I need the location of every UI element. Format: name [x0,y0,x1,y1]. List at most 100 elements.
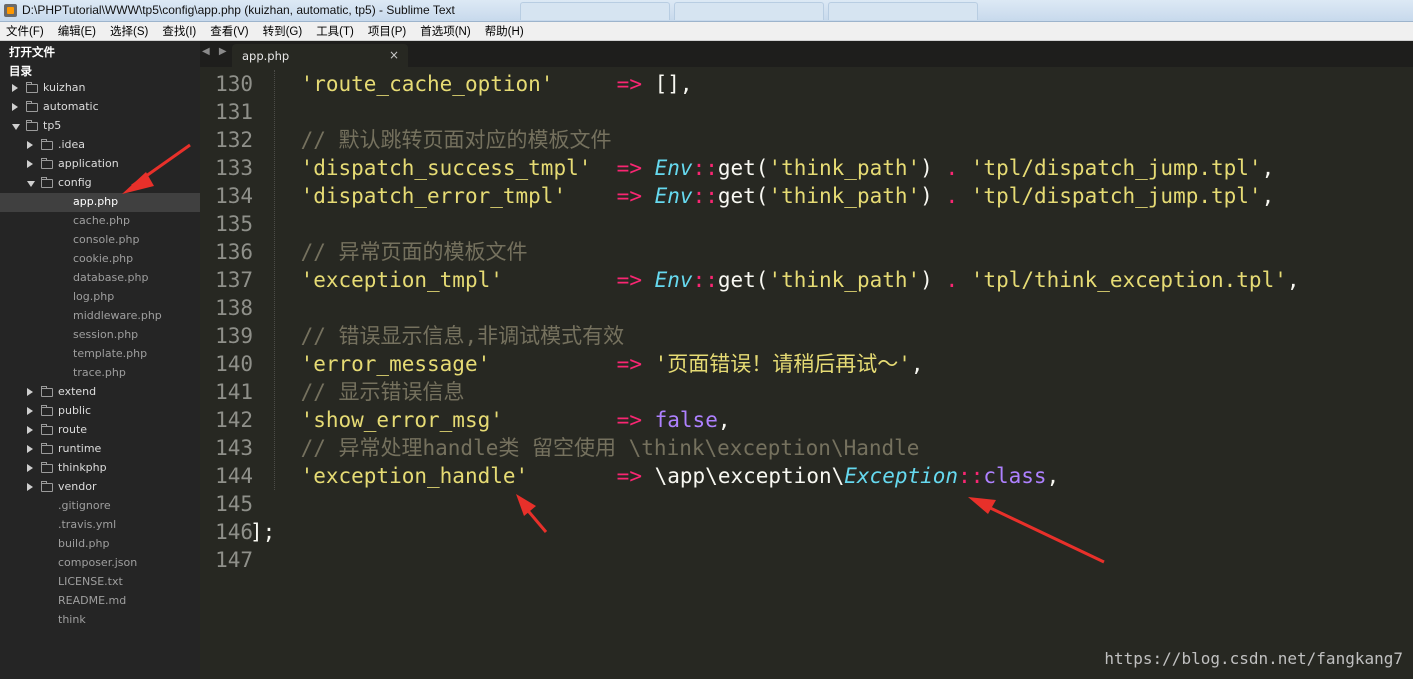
code-line[interactable]: 'exception_tmpl' => Env::get('think_path… [250,266,1300,294]
code-line[interactable]: // 异常页面的模板文件 [250,238,528,266]
code-token: :: [692,156,718,180]
disclosure-closed-icon[interactable] [27,426,33,434]
line-number: 139 [215,324,253,348]
file-row[interactable]: app.php [0,193,200,212]
folder-row[interactable]: runtime [0,440,200,459]
folder-row[interactable]: vendor [0,478,200,497]
file-row[interactable]: session.php [0,326,200,345]
folder-row[interactable]: public [0,402,200,421]
folder-row[interactable]: kuizhan [0,79,200,98]
code-line[interactable]: 'show_error_msg' => false, [250,406,731,434]
folder-icon [41,405,53,416]
folders-header[interactable]: 目录 [9,63,32,79]
disclosure-closed-icon[interactable] [27,464,33,472]
file-row[interactable]: LICENSE.txt [0,573,200,592]
menu-item[interactable]: 查看(V) [210,23,248,39]
code-line[interactable]: // 默认跳转页面对应的模板文件 [250,126,612,154]
code-line[interactable]: 'exception_handle' => \app\exception\Exc… [250,462,1060,490]
folder-label: extend [58,385,97,398]
code-line[interactable]: 'dispatch_error_tmpl' => Env::get('think… [250,182,1275,210]
line-number: 144 [215,464,253,488]
file-row[interactable]: cache.php [0,212,200,231]
file-row[interactable]: console.php [0,231,200,250]
disclosure-closed-icon[interactable] [27,407,33,415]
disclosure-open-icon[interactable] [12,124,20,130]
menu-item[interactable]: 文件(F) [6,23,44,39]
disclosure-closed-icon[interactable] [27,388,33,396]
line-number: 145 [215,492,253,516]
file-row[interactable]: cookie.php [0,250,200,269]
code-token: ) [920,184,946,208]
file-row[interactable]: build.php [0,535,200,554]
disclosure-closed-icon[interactable] [12,84,18,92]
menu-item[interactable]: 转到(G) [263,23,303,39]
file-row[interactable]: README.md [0,592,200,611]
menu-item[interactable]: 编辑(E) [58,23,96,39]
menu-item[interactable]: 首选项(N) [420,23,470,39]
background-browser-tabs [520,2,978,20]
menu-item[interactable]: 帮助(H) [485,23,524,39]
folder-icon [41,424,53,435]
file-row[interactable]: middleware.php [0,307,200,326]
folder-row[interactable]: tp5 [0,117,200,136]
file-row[interactable]: think [0,611,200,630]
folder-row[interactable]: config [0,174,200,193]
close-icon[interactable]: × [389,48,399,62]
menu-item[interactable]: 项目(P) [368,23,406,39]
code-token: => [616,352,642,376]
code-line[interactable]: 'dispatch_success_tmpl' => Env::get('thi… [250,154,1275,182]
disclosure-closed-icon[interactable] [27,160,33,168]
tab-nav-arrows[interactable]: ◀ ▶ [202,46,230,57]
code-token: 'dispatch_error_tmpl' [300,184,567,208]
open-files-header[interactable]: 打开文件 [9,44,55,60]
menu-item[interactable]: 选择(S) [110,23,148,39]
folder-row[interactable]: route [0,421,200,440]
file-row[interactable]: log.php [0,288,200,307]
background-tab[interactable] [674,2,824,20]
tab-label: app.php [242,49,290,63]
disclosure-closed-icon[interactable] [27,483,33,491]
file-row[interactable]: .travis.yml [0,516,200,535]
folder-label: vendor [58,480,97,493]
file-row[interactable]: template.php [0,345,200,364]
background-tab[interactable] [828,2,978,20]
disclosure-closed-icon[interactable] [27,445,33,453]
code-line[interactable]: // 显示错误信息 [250,378,465,406]
file-row[interactable]: .gitignore [0,497,200,516]
menu-item[interactable]: 查找(I) [162,23,196,39]
folder-label: public [58,404,92,417]
code-token: 'exception_handle' [300,464,529,488]
code-token: , [1261,156,1275,180]
menu-item[interactable]: 工具(T) [316,23,354,39]
code-line[interactable]: 'error_message' => '页面错误！请稍后再试～', [250,350,924,378]
disclosure-closed-icon[interactable] [27,141,33,149]
tab-app-php[interactable]: app.php × [232,44,408,67]
code-line[interactable]: ]; [250,518,275,546]
code-line[interactable]: // 异常处理handle类 留空使用 \think\exception\Han… [250,434,920,462]
disclosure-open-icon[interactable] [27,181,35,187]
file-row[interactable]: database.php [0,269,200,288]
folder-row[interactable]: extend [0,383,200,402]
folder-row[interactable]: .idea [0,136,200,155]
disclosure-closed-icon[interactable] [12,103,18,111]
file-label: cookie.php [73,252,134,265]
code-line[interactable]: 'route_cache_option' => [], [250,70,693,98]
folder-row[interactable]: thinkphp [0,459,200,478]
file-row[interactable]: trace.php [0,364,200,383]
folder-row[interactable]: application [0,155,200,174]
folder-row[interactable]: automatic [0,98,200,117]
background-tab[interactable] [520,2,670,20]
code-editor[interactable]: 130 'route_cache_option' => [], 131 132 //… [200,67,1413,679]
code-token: get [717,156,756,180]
code-line[interactable]: // 错误显示信息,非调试模式有效 [250,322,625,350]
folder-icon [41,177,53,188]
file-row[interactable]: composer.json [0,554,200,573]
